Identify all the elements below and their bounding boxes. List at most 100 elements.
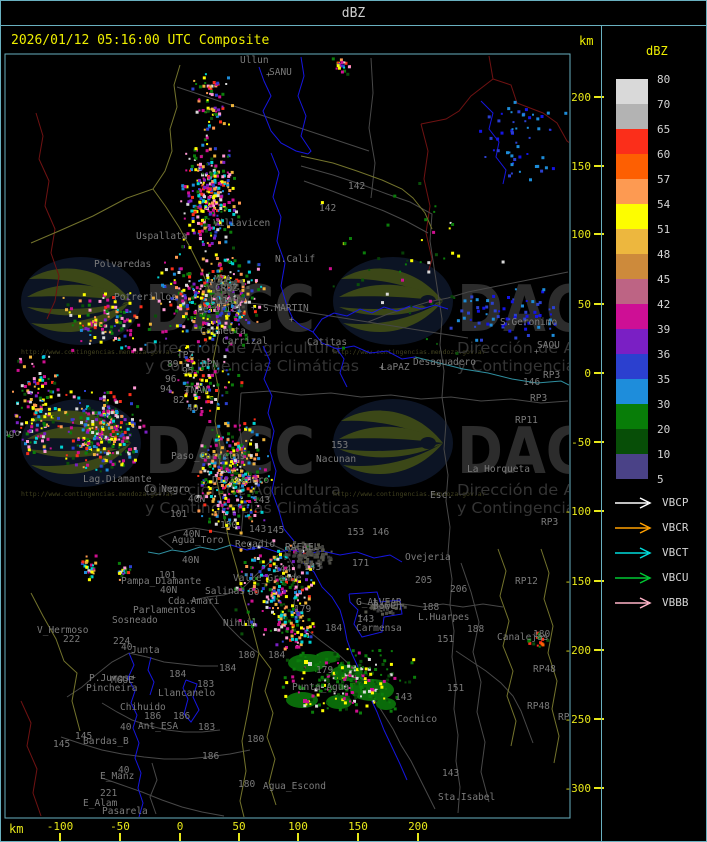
- radar-echo-pixel: [187, 191, 191, 195]
- radar-echo-pixel: [453, 297, 456, 299]
- radar-echo-pixel: [71, 324, 74, 327]
- radar-echo-pixel: [268, 607, 271, 609]
- radar-echo-pixel: [315, 704, 319, 708]
- radar-echo-pixel: [87, 322, 91, 326]
- radar-echo-pixel: [183, 305, 186, 308]
- radar-echo-pixel: [57, 393, 61, 397]
- radar-echo-pixel: [173, 281, 177, 285]
- radar-echo-pixel: [21, 389, 24, 392]
- radar-echo-pixel: [258, 305, 262, 309]
- radar-echo-pixel: [231, 186, 235, 190]
- radar-echo-pixel: [260, 510, 264, 514]
- radar-echo-pixel: [220, 180, 224, 184]
- radar-echo-pixel: [227, 432, 231, 436]
- radar-echo-pixel: [201, 209, 205, 213]
- radar-echo-pixel: [205, 149, 209, 153]
- radar-echo-pixel: [361, 666, 364, 669]
- radar-echo-pixel: [291, 675, 295, 679]
- radar-echo-pixel: [249, 454, 253, 458]
- radar-echo-pixel: [359, 677, 362, 679]
- radar-echo-pixel: [94, 554, 98, 558]
- map-label: L.Huarpes: [418, 612, 469, 623]
- radar-echo-pixel: [208, 420, 212, 423]
- radar-echo-pixel: [337, 662, 339, 665]
- radar-echo-pixel: [479, 129, 483, 133]
- radar-echo-pixel: [201, 165, 205, 169]
- vbcp-arrow-icon: [615, 497, 652, 509]
- map-label: RP48: [527, 701, 550, 712]
- radar-echo-pixel: [228, 149, 231, 152]
- radar-echo-pixel: [119, 453, 122, 456]
- radar-echo-pixel: [267, 455, 269, 458]
- map-label: 184: [169, 669, 186, 680]
- radar-echo-pixel: [93, 326, 97, 330]
- radar-echo-pixel: [26, 440, 29, 443]
- radar-echo-pixel: [203, 469, 207, 473]
- radar-echo-pixel: [246, 500, 249, 503]
- radar-echo-pixel: [79, 325, 83, 329]
- radar-echo-pixel: [101, 428, 105, 431]
- radar-echo-pixel: [182, 288, 186, 292]
- radar-echo-pixel: [197, 475, 200, 477]
- map-label: 188: [467, 624, 484, 635]
- radar-echo-pixel: [22, 365, 26, 369]
- radar-echo-pixel: [349, 679, 353, 682]
- radar-echo-pixel: [412, 658, 416, 662]
- radar-echo-pixel: [179, 304, 183, 308]
- radar-echo-pixel: [406, 259, 409, 262]
- radar-echo-pixel: [161, 330, 165, 334]
- radar-echo-pixel: [336, 657, 340, 661]
- radar-echo-pixel: [94, 316, 97, 319]
- radar-echo-pixel: [44, 412, 47, 415]
- radar-echo-pixel: [123, 334, 127, 338]
- radar-echo-pixel: [253, 556, 256, 559]
- radar-echo-pixel: [208, 374, 211, 377]
- radar-echo-pixel: [389, 662, 393, 666]
- map-label: Sosneado: [112, 615, 158, 626]
- y-tick-label: 100: [571, 228, 591, 241]
- radar-echo-pixel: [486, 322, 490, 326]
- radar-echo-pixel: [302, 671, 306, 675]
- radar-echo-pixel: [32, 377, 36, 381]
- province-border: [488, 55, 569, 144]
- radar-echo-pixel: [272, 555, 276, 559]
- map-label: 89: [167, 359, 179, 370]
- y-tick-label: -250: [565, 713, 592, 726]
- radar-echo-pixel: [74, 463, 78, 467]
- radar-echo-pixel: [311, 710, 315, 714]
- radar-echo-pixel: [31, 362, 34, 365]
- radar-echo-pixel: [108, 331, 111, 334]
- radar-echo-pixel: [219, 191, 222, 194]
- radar-echo-pixel: [226, 438, 230, 442]
- radar-echo-pixel: [91, 420, 95, 423]
- radar-echo-pixel: [207, 176, 211, 180]
- radar-echo-pixel: [67, 430, 70, 433]
- map-label: ago: [3, 428, 20, 439]
- radar-echo-pixel: [129, 568, 132, 571]
- radar-echo-pixel: [310, 579, 313, 582]
- radar-echo-pixel: [221, 105, 224, 108]
- radar-echo-pixel: [357, 651, 361, 655]
- radar-echo-pixel: [76, 451, 80, 455]
- radar-echo-pixel: [300, 644, 303, 646]
- radar-echo-pixel: [57, 408, 61, 412]
- radar-echo-pixel: [255, 313, 259, 317]
- radar-echo-pixel: [65, 393, 68, 396]
- radar-echo-pixel: [16, 368, 20, 372]
- radar-echo-pixel: [27, 448, 31, 452]
- radar-echo-pixel: [42, 360, 46, 364]
- radar-echo-pixel: [194, 206, 198, 210]
- radar-echo-pixel: [552, 306, 555, 310]
- radar-echo-pixel: [291, 637, 294, 641]
- radar-echo-pixel: [283, 676, 287, 680]
- radar-echo-pixel: [123, 430, 127, 434]
- radar-echo-pixel: [296, 659, 300, 663]
- radar-echo-pixel: [216, 81, 220, 85]
- radar-echo-pixel: [345, 707, 348, 711]
- map-label: Potrerillos: [114, 292, 177, 303]
- radar-echo-pixel: [526, 334, 530, 337]
- radar-echo-pixel: [233, 512, 236, 516]
- radar-echo-pixel: [122, 324, 126, 328]
- map-label: 40: [120, 722, 132, 733]
- radar-echo-pixel: [377, 257, 381, 261]
